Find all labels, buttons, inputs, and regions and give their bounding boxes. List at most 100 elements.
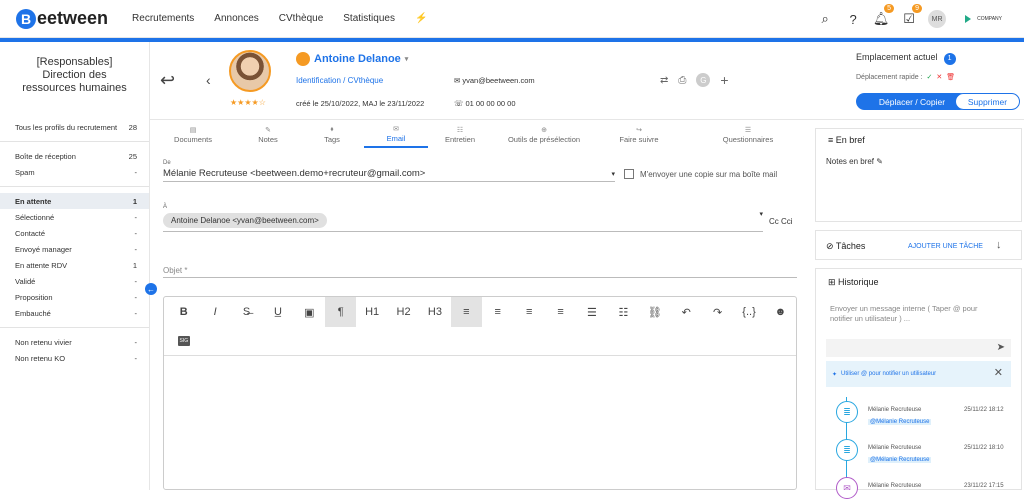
- orderedlist-toolbar-button[interactable]: ☷: [608, 297, 639, 327]
- sidebar-item[interactable]: Validé -: [0, 273, 149, 289]
- tasks-title: ⊘ Tâches: [826, 241, 866, 251]
- editor-body[interactable]: [164, 355, 796, 356]
- list-toolbar-button[interactable]: ☰: [576, 297, 607, 327]
- emoji-toolbar-button[interactable]: ☻: [765, 297, 796, 327]
- subject-input[interactable]: Objet *: [163, 264, 797, 278]
- img-toolbar-button[interactable]: ▣: [294, 297, 325, 327]
- alignleft-toolbar-button[interactable]: ≡: [450, 297, 483, 327]
- U-toolbar-button[interactable]: U̲: [262, 297, 293, 327]
- rich-text-editor[interactable]: B I S̶ U̲ ▣ ¶ H1 H2 H3 ≡ ≡ ≡ ≡ ☰ ☷ ⛓ ↶ ↷ {..} ☻ SIG: [163, 296, 797, 490]
- copy-checkbox[interactable]: [624, 169, 634, 179]
- nav-recrutements[interactable]: Recrutements: [122, 13, 204, 24]
- search-icon[interactable]: ⌕: [811, 11, 839, 27]
- star-icon[interactable]: ☆: [259, 98, 266, 107]
- H1-toolbar-button[interactable]: H1: [356, 297, 387, 327]
- brief-notes[interactable]: Notes en bref ✎: [826, 157, 883, 166]
- sidebar-item-count: -: [134, 353, 138, 363]
- app-logo[interactable]: B eetween: [16, 8, 108, 29]
- user-avatar[interactable]: MR: [923, 10, 951, 28]
- copy-checkbox-row[interactable]: M'envoyer une copie sur ma boîte mail: [624, 169, 777, 179]
- chevron-left-icon[interactable]: ‹: [206, 72, 211, 88]
- candidate-email[interactable]: ✉ yvan@beetween.com: [454, 76, 535, 85]
- sidebar-item[interactable]: En attente 1: [0, 193, 149, 209]
- tab-email[interactable]: ✉ Email: [364, 122, 428, 148]
- alignright-toolbar-button[interactable]: ≡: [513, 297, 544, 327]
- google-icon[interactable]: G: [696, 73, 711, 87]
- close-hint-icon[interactable]: ✕: [994, 366, 1003, 379]
- delete-button[interactable]: Supprimer: [955, 93, 1020, 110]
- edit-icon[interactable]: ✎: [876, 157, 883, 166]
- sidebar-item[interactable]: Non retenu vivier -: [0, 334, 149, 350]
- tab-outils-de-pr-s-lection[interactable]: ⊕ Outils de présélection: [492, 122, 596, 148]
- send-icon[interactable]: ➤: [997, 342, 1005, 353]
- lightning-icon[interactable]: ⚡: [405, 13, 437, 24]
- tab-faire-suivre[interactable]: ↪ Faire suivre: [596, 122, 682, 148]
- -toolbar-button[interactable]: {..}: [733, 297, 764, 327]
- B-toolbar-button[interactable]: B: [168, 297, 199, 327]
- sidebar-item[interactable]: En attente RDV 1: [0, 257, 149, 273]
- sidebar-item[interactable]: Sélectionné -: [0, 209, 149, 225]
- back-arrow-icon[interactable]: ↩: [160, 70, 175, 91]
- compare-icon[interactable]: ⇄: [660, 75, 668, 86]
- justify-toolbar-button[interactable]: ≡: [545, 297, 576, 327]
- help-icon[interactable]: ?: [839, 12, 867, 27]
- to-field[interactable]: Antoine Delanoe <yvan@beetween.com> ▾: [163, 210, 763, 232]
- tab-entretien[interactable]: ☷ Entretien: [428, 122, 492, 148]
- cc-cci-link[interactable]: Cc Cci: [769, 217, 793, 226]
- -toolbar-button[interactable]: ¶: [325, 297, 357, 327]
- arrow-down-icon[interactable]: ↓: [996, 239, 1002, 251]
- print-icon[interactable]: ⎙: [678, 75, 686, 86]
- aligncenter-toolbar-button[interactable]: ≡: [482, 297, 513, 327]
- identification-link[interactable]: Identification / CVthèque: [296, 76, 383, 85]
- history-item-mention[interactable]: @Mélanie Recruteuse: [868, 457, 932, 463]
- H3-toolbar-button[interactable]: H3: [419, 297, 450, 327]
- add-task-link[interactable]: AJOUTER UNE TÂCHE: [908, 243, 983, 250]
- sidebar-item[interactable]: Spam -: [0, 164, 149, 180]
- sidebar-item[interactable]: Proposition -: [0, 289, 149, 305]
- sidebar-item[interactable]: Embauché -: [0, 305, 149, 321]
- brief-panel: ≡ En bref Notes en bref ✎: [815, 128, 1022, 222]
- star-icon[interactable]: ★: [252, 98, 259, 107]
- candidate-name[interactable]: Antoine Delanoe ▾: [296, 52, 408, 66]
- plus-icon[interactable]: +: [720, 72, 728, 88]
- sidebar-item[interactable]: Tous les profils du recrutement 28: [0, 119, 149, 135]
- from-select[interactable]: Mélanie Recruteuse <beetween.demo+recrut…: [163, 166, 615, 182]
- nav-cvtheque[interactable]: CVthèque: [269, 13, 333, 24]
- sidebar-item[interactable]: Contacté -: [0, 225, 149, 241]
- H2-toolbar-button[interactable]: H2: [388, 297, 419, 327]
- signature-icon[interactable]: SIG: [168, 326, 200, 356]
- tab-documents[interactable]: ▤ Documents: [150, 122, 236, 148]
- tab-notes[interactable]: ✎ Notes: [236, 122, 300, 148]
- nav-statistiques[interactable]: Statistiques: [333, 13, 405, 24]
- check-icon[interactable]: ✓: [927, 74, 933, 81]
- tab-questionnaires[interactable]: ☰ Questionnaires: [682, 122, 814, 148]
- recipient-chip[interactable]: Antoine Delanoe <yvan@beetween.com>: [163, 213, 327, 228]
- nav-annonces[interactable]: Annonces: [204, 13, 268, 24]
- candidate-rating[interactable]: ★★★★☆: [230, 98, 266, 107]
- history-item-icon: ✉: [836, 477, 858, 499]
- move-copy-button[interactable]: Déplacer / Copier: [856, 93, 968, 110]
- candidate-phone[interactable]: ☏ 01 00 00 00 00: [454, 99, 516, 108]
- sidebar-item[interactable]: Non retenu KO -: [0, 350, 149, 366]
- undo-toolbar-button[interactable]: ↶: [671, 297, 702, 327]
- S-toolbar-button[interactable]: S̶: [231, 297, 262, 327]
- sidebar-item[interactable]: Envoyé manager -: [0, 241, 149, 257]
- tasks-icon[interactable]: ☑ 9: [895, 4, 923, 27]
- sidebar-item[interactable]: Boîte de réception 25: [0, 148, 149, 164]
- redo-toolbar-button[interactable]: ↷: [702, 297, 733, 327]
- internal-message-input[interactable]: Envoyer un message interne ( Taper @ pou…: [830, 304, 1000, 324]
- company-logo[interactable]: COMPANY: [965, 15, 1002, 23]
- email-form: De Mélanie Recruteuse <beetween.demo+rec…: [163, 160, 797, 278]
- link-toolbar-button[interactable]: ⛓: [639, 297, 670, 327]
- tab-icon: ↪: [636, 127, 642, 134]
- collapse-sidebar-button[interactable]: ←: [145, 283, 157, 295]
- candidate-tabs: ▤ Documents ✎ Notes ⬧ Tags ✉ Email ☷ Entretien ⊕ Ou…: [150, 122, 814, 148]
- history-item-mention[interactable]: @Mélanie Recruteuse: [868, 419, 932, 425]
- sidebar-item-count: -: [134, 167, 138, 177]
- star-icon[interactable]: ★: [244, 98, 251, 107]
- tab-tags[interactable]: ⬧ Tags: [300, 122, 364, 148]
- bell-icon[interactable]: 🔔︎ 5: [867, 4, 895, 27]
- close-icon[interactable]: ✕: [936, 74, 942, 81]
- I-toolbar-button[interactable]: I: [199, 297, 230, 327]
- trash-icon[interactable]: 🗑︎: [946, 74, 955, 81]
